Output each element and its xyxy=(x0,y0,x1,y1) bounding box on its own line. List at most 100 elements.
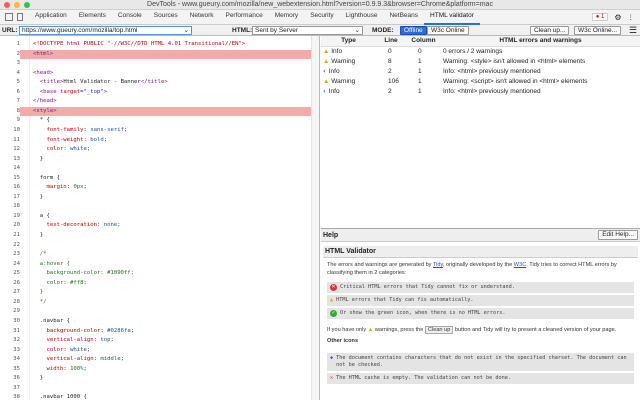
code-line: 31 background-color: #0286fa; xyxy=(0,327,312,337)
code-line: 20 text-decoration: none; xyxy=(0,221,312,231)
result-type: ▲ Info xyxy=(321,46,376,56)
result-row[interactable]: ◐ Info21Info: <html> previously mentione… xyxy=(321,86,640,96)
clean-up-button[interactable]: Clean up... xyxy=(530,26,569,35)
code-text: form { xyxy=(33,174,60,184)
w3c-link[interactable]: W3C xyxy=(514,262,526,268)
minimize-window-button[interactable] xyxy=(14,2,20,8)
menu-icon[interactable]: ☰ xyxy=(629,25,637,35)
code-token: top xyxy=(100,337,110,343)
code-text: } xyxy=(33,231,43,241)
tab-netbeans[interactable]: NetBeans xyxy=(383,9,424,25)
line-number: 9 xyxy=(0,116,20,126)
help-title: Help xyxy=(323,232,338,239)
code-text: margin: 0px; xyxy=(33,183,87,193)
html-source-select[interactable]: Sent by Server⌄ xyxy=(252,26,363,35)
code-token: margin xyxy=(33,184,67,190)
column-header-line[interactable]: Line xyxy=(376,36,406,46)
code-text: <base target="_top"> xyxy=(33,88,107,98)
line-number: 8 xyxy=(0,107,20,117)
code-token: #0286fa xyxy=(107,328,131,334)
w3c-online-button[interactable]: W3c Online... xyxy=(574,26,621,35)
tab-sources[interactable]: Sources xyxy=(148,9,184,25)
url-select[interactable]: https://www.gueury.com/mozilla/top.html⌄ xyxy=(19,26,192,35)
code-line: 5 <title>Html Validator - Banner</title> xyxy=(0,78,312,88)
code-line: 32 vertical-align: top; xyxy=(0,336,312,346)
code-line: 36 } xyxy=(0,374,312,384)
code-line: 18 xyxy=(0,202,312,212)
tab-console[interactable]: Console xyxy=(112,9,148,25)
code-token: font-family xyxy=(33,127,84,133)
code-line: 34 vertical-align: middle; xyxy=(0,355,312,365)
result-message: Info: <html> previously mentioned xyxy=(441,86,640,96)
source-code-viewer[interactable]: 1<!DOCTYPE html PUBLIC "-//W3C//DTD HTML… xyxy=(0,36,320,400)
clean-up-inline-button[interactable]: Clean up xyxy=(425,326,453,334)
line-number: 20 xyxy=(0,221,20,231)
no-error-item: ✓Or show the green icon, when there is n… xyxy=(327,308,634,319)
line-number: 2 xyxy=(0,50,20,60)
tab-lighthouse[interactable]: Lighthouse xyxy=(340,9,384,25)
tab-html-validator[interactable]: HTML validator xyxy=(424,9,480,25)
code-line: 10 font-family: sans-serif; xyxy=(0,126,312,136)
code-line: 16 margin: 0px; xyxy=(0,183,312,193)
line-number: 15 xyxy=(0,174,20,184)
code-text: text-decoration: none; xyxy=(33,221,121,231)
line-number: 23 xyxy=(0,250,20,260)
line-number: 7 xyxy=(0,97,20,107)
result-row[interactable]: ▲ Warning1061Warning: <script> isn't all… xyxy=(321,76,640,86)
result-column: 1 xyxy=(406,86,441,96)
tab-elements[interactable]: Elements xyxy=(73,9,112,25)
code-text: <!DOCTYPE html PUBLIC "-//W3C//DTD HTML … xyxy=(33,40,245,50)
column-header-type[interactable]: Type xyxy=(321,36,376,46)
w3c-online-mode-button[interactable]: W3c Online xyxy=(427,26,469,35)
code-text: a { xyxy=(33,212,50,222)
chevron-down-icon: ⌄ xyxy=(184,27,189,34)
code-token: none xyxy=(104,222,117,228)
tidy-link[interactable]: Tidy xyxy=(433,262,443,268)
result-row[interactable]: ▲ Info000 errors / 2 warnings xyxy=(321,46,640,56)
code-token: ; xyxy=(121,356,124,362)
code-token: } xyxy=(33,194,43,200)
code-line: 19 a { xyxy=(0,212,312,222)
html-label: HTML: xyxy=(232,26,252,35)
line-number: 3 xyxy=(0,59,20,69)
code-token: text-decoration xyxy=(33,222,97,228)
column-header-message[interactable]: HTML errors and warnings xyxy=(441,36,640,46)
code-token: </head> xyxy=(33,98,57,104)
code-token: .navbar 1000 { xyxy=(33,394,87,400)
result-row[interactable]: ▲ Warning81Warning: <style> isn't allowe… xyxy=(321,56,640,66)
tab-application[interactable]: Application xyxy=(29,9,73,25)
settings-gear-icon[interactable]: ⚙ xyxy=(614,13,621,22)
code-line: 38 .navbar 1000 { xyxy=(0,393,312,400)
tab-security[interactable]: Security xyxy=(304,9,339,25)
maximize-window-button[interactable] xyxy=(24,2,30,8)
code-text: * { xyxy=(33,116,50,126)
code-text: <html> xyxy=(33,50,53,60)
result-type: ◐ Info xyxy=(321,66,376,76)
result-row[interactable]: ◐ Info21Info: <html> previously mentione… xyxy=(321,66,640,76)
error-count-badge[interactable]: ● 1 xyxy=(592,13,609,21)
charset-diamond-icon: ◆ xyxy=(330,355,333,362)
code-token: target xyxy=(60,89,80,95)
column-header-column[interactable]: Column xyxy=(406,36,441,46)
result-message: Warning: <style> isn't allowed in <html>… xyxy=(441,56,640,66)
code-token: ; xyxy=(87,146,90,152)
offline-mode-button[interactable]: Offline xyxy=(400,26,427,35)
inspect-element-icon[interactable] xyxy=(5,13,13,21)
line-number: 27 xyxy=(0,288,20,298)
code-token: <html> xyxy=(33,51,53,57)
code-text: } xyxy=(33,193,43,203)
more-options-icon[interactable]: ⋮ xyxy=(628,13,635,21)
code-token: } xyxy=(33,232,43,238)
edit-help-button[interactable]: Edit Help... xyxy=(598,230,638,240)
result-line: 8 xyxy=(376,56,406,66)
device-toolbar-icon[interactable] xyxy=(17,13,23,21)
close-window-button[interactable] xyxy=(4,2,10,8)
tab-performance[interactable]: Performance xyxy=(219,9,268,25)
code-text: } xyxy=(33,288,43,298)
tab-memory[interactable]: Memory xyxy=(269,9,304,25)
code-scrollbar[interactable] xyxy=(311,36,319,400)
code-line: 35 width: 100%; xyxy=(0,365,312,375)
window-controls[interactable] xyxy=(4,2,30,8)
tab-network[interactable]: Network xyxy=(184,9,220,25)
line-number: 36 xyxy=(0,374,20,384)
